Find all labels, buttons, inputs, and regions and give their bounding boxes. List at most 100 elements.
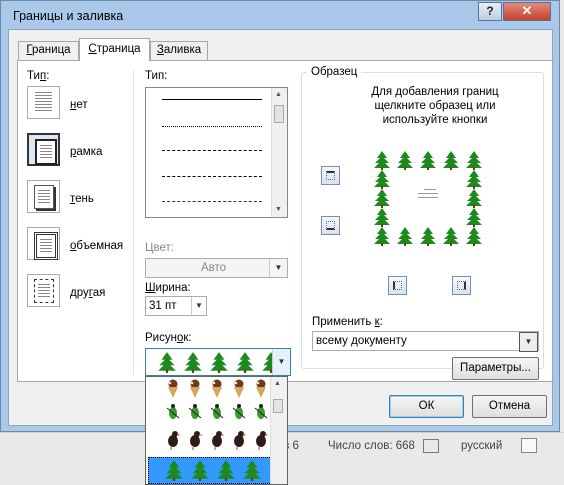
setting-3d-label[interactable]: объемная [70,240,123,252]
style-list-scrollbar[interactable]: ▲ ▼ [271,88,287,217]
tree-icon [156,351,178,375]
bug-icon [186,402,204,426]
scroll-thumb[interactable] [274,105,284,123]
dialog-title: Границы и заливка [13,9,124,23]
tree-icon [372,207,392,227]
art-list-scrollbar[interactable]: ▲ [270,377,287,484]
tree-icon [241,459,263,483]
chevron-down-icon: ▼ [191,297,206,315]
tab-page-border[interactable]: Страница [79,38,150,61]
line-style-solid[interactable] [162,99,262,100]
setting-custom-label[interactable]: другая [70,287,105,299]
tree-icon [189,459,211,483]
tab-shading[interactable]: Заливка [150,41,208,60]
icecream-icon [186,379,204,403]
right-border-button[interactable] [452,276,471,295]
bug-icon [252,402,270,426]
tree-icon [441,226,461,246]
read-mode-icon[interactable] [521,438,537,453]
title-bar[interactable]: Границы и заливка ? ✕ [1,1,559,31]
bottom-border-button[interactable] [321,216,340,235]
tree-icon [418,226,438,246]
apply-to-value: всему документу [316,335,407,347]
tab-label: раница [32,44,71,56]
bird-icon [230,429,248,453]
tree-icon [441,150,461,170]
art-selected-pattern [156,351,282,375]
tab-accel: З [156,44,164,56]
style-header: Тип: [145,70,168,82]
line-style-dashed-small[interactable] [162,150,262,151]
close-button[interactable]: ✕ [503,2,551,21]
border-right-icon [457,281,466,290]
bird-icon [252,429,270,453]
preview-group-label: Образец [307,66,362,78]
setting-shadow-button[interactable] [27,180,60,213]
scroll-thumb[interactable] [273,399,283,413]
bird-icon [164,429,182,453]
word-count-text[interactable]: Число слов: 668 [328,440,415,452]
tab-label: траница [96,43,141,55]
art-option-bugs[interactable] [164,402,270,426]
apply-to-combo[interactable]: всему документу ▼ [312,331,539,352]
art-dropdown-list[interactable]: ▲ [145,376,288,485]
bird-icon [186,429,204,453]
preview-hint: Для добавления границ щелкните образец и… [371,86,499,126]
3d-preview-icon [34,232,58,260]
art-combo[interactable]: ▼ [145,348,291,376]
tree-icon [418,150,438,170]
art-option-birds[interactable] [164,429,270,453]
scroll-up-icon[interactable]: ▲ [274,380,281,388]
setting-none-button[interactable] [27,86,60,119]
bug-icon [230,402,248,426]
bug-icon [164,402,182,426]
chevron-down-icon: ▼ [519,332,538,352]
setting-custom-button[interactable] [27,274,60,307]
scroll-down-icon[interactable]: ▼ [275,206,282,214]
art-label: Рисунок: [145,332,192,344]
bird-icon [208,429,226,453]
tree-icon [395,150,415,170]
line-style-list[interactable]: ▲ ▼ [145,87,288,218]
box-preview-icon [35,139,57,165]
spellcheck-icon[interactable] [423,439,439,453]
color-combo[interactable]: Авто ▼ [145,258,288,278]
tree-icon [464,169,484,189]
line-style-dash-dot[interactable] [162,201,262,202]
tree-icon [182,351,204,375]
setting-3d-button[interactable] [27,227,60,260]
options-button[interactable]: Параметры... [452,357,539,380]
width-value: 31 пт [149,300,177,312]
art-option-icecream[interactable] [164,379,270,403]
language-text[interactable]: русский [461,440,502,452]
width-combo[interactable]: 31 пт ▼ [145,296,207,316]
setting-none-label[interactable]: нет [70,99,88,111]
ok-button[interactable]: ОК [389,395,464,418]
tree-icon [372,150,392,170]
help-button[interactable]: ? [478,2,502,21]
bug-icon [208,402,226,426]
scroll-up-icon[interactable]: ▲ [275,91,282,99]
art-option-trees-selected[interactable] [148,457,287,484]
setting-shadow-label[interactable]: тень [70,193,94,205]
tab-label: аливка [163,44,202,56]
border-left-icon [393,281,402,290]
shadow-preview-icon [34,185,54,209]
border-top-icon [326,171,335,180]
icecream-icon [208,379,226,403]
tree-icon [372,169,392,189]
tree-icon [208,351,230,375]
setting-box-button[interactable] [27,133,60,166]
left-border-button[interactable] [388,276,407,295]
tree-icon [464,207,484,227]
cancel-button[interactable]: Отмена [472,395,547,418]
tab-accel: С [88,43,97,55]
tree-icon [464,226,484,246]
line-style-dotted[interactable] [162,126,262,127]
chevron-down-icon: ▼ [272,349,290,375]
top-border-button[interactable] [321,166,340,185]
setting-box-label[interactable]: рамка [70,146,102,158]
tab-borders[interactable]: Граница [18,41,79,60]
line-style-dashed[interactable] [162,176,262,177]
preview-canvas[interactable] [372,150,486,246]
